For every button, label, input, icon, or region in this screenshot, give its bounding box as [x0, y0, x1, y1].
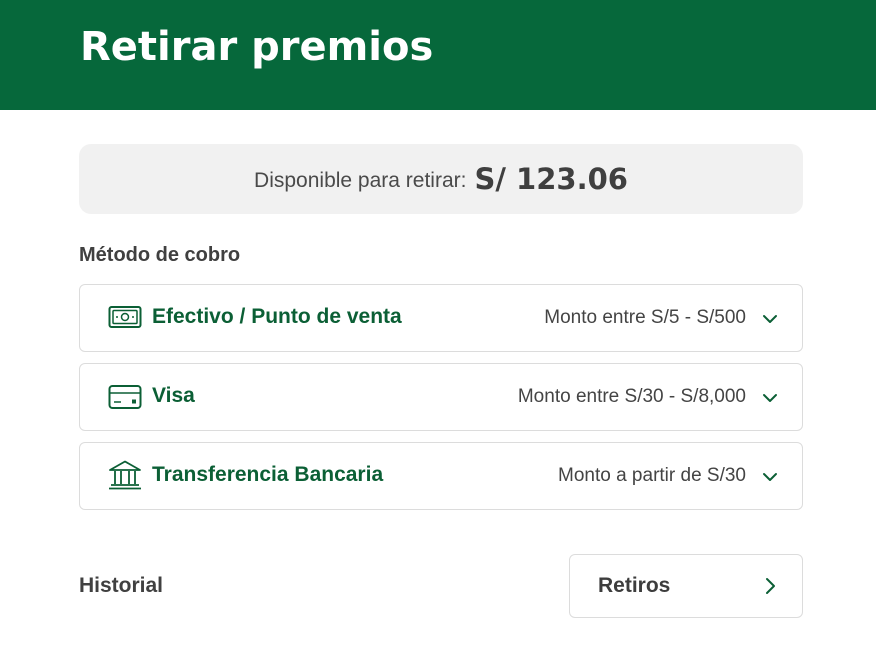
- chevron-down-icon: [763, 473, 777, 481]
- method-visa-accordion[interactable]: Visa Monto entre S/30 - S/8,000: [79, 363, 803, 431]
- chevron-down-icon: [763, 394, 777, 402]
- page-header: Retirar premios: [0, 0, 876, 110]
- withdrawals-history-label: Retiros: [598, 574, 671, 597]
- withdrawals-history-button[interactable]: Retiros: [569, 554, 803, 618]
- chevron-right-icon: [766, 578, 775, 594]
- card-icon: [108, 385, 142, 409]
- cash-icon: [108, 306, 142, 328]
- available-balance-amount: S/ 123.06: [474, 162, 628, 196]
- method-range: Monto a partir de S/30: [558, 465, 746, 486]
- method-bank-transfer-accordion[interactable]: Transferencia Bancaria Monto a partir de…: [79, 442, 803, 510]
- method-name: Transferencia Bancaria: [152, 463, 384, 486]
- available-balance-box: Disponible para retirar: S/ 123.06: [79, 144, 803, 214]
- method-name: Efectivo / Punto de venta: [152, 305, 402, 328]
- available-balance-label: Disponible para retirar:: [254, 169, 467, 192]
- history-title: Historial: [79, 574, 164, 597]
- method-name: Visa: [152, 384, 195, 407]
- payment-method-title: Método de cobro: [79, 244, 241, 266]
- method-range: Monto entre S/5 - S/500: [544, 307, 746, 328]
- method-range: Monto entre S/30 - S/8,000: [517, 386, 746, 407]
- method-cash-accordion[interactable]: Efectivo / Punto de venta Monto entre S/…: [79, 284, 803, 352]
- bank-icon: [109, 460, 141, 490]
- chevron-down-icon: [763, 315, 777, 323]
- page-title: Retirar premios: [80, 24, 434, 70]
